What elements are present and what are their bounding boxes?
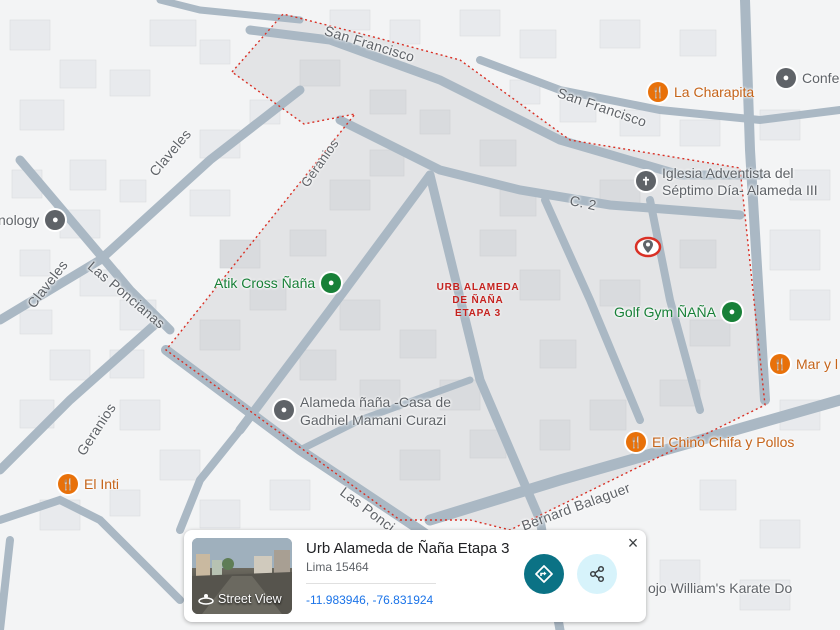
selected-place-marker[interactable]: [634, 236, 662, 258]
street-view-thumbnail[interactable]: Street View: [192, 538, 292, 614]
place-subtitle: Lima 15464: [306, 560, 369, 574]
area-label-line: URB ALAMEDA: [436, 282, 520, 293]
poi-label: ojo William's Karate Do: [648, 580, 793, 596]
share-button[interactable]: [577, 554, 617, 594]
restaurant-icon: 🍴: [58, 474, 78, 494]
poi-mar-y[interactable]: 🍴 Mar y l: [770, 354, 838, 374]
poi-label: Alameda ñaña -Casa de Gadhiel Mamani Cur…: [300, 393, 451, 429]
poi-label: El Chino Chifa y Pollos: [652, 434, 795, 450]
directions-button[interactable]: [524, 554, 564, 594]
poi-label: El Inti: [84, 476, 120, 492]
marker-pin-icon: [634, 236, 662, 258]
poi-el-inti[interactable]: 🍴 El Inti: [58, 474, 119, 494]
directions-icon: [535, 565, 553, 583]
poi-label-line: Gadhiel Mamani Curazi: [300, 412, 447, 428]
area-label-line: DE ÑAÑA: [452, 295, 504, 306]
place-title: Urb Alameda de Ñaña Etapa 3: [306, 540, 510, 557]
divider: [306, 583, 436, 584]
area-label: URB ALAMEDA DE ÑAÑA ETAPA 3: [428, 281, 528, 320]
poi-la-charapita[interactable]: 🍴 La Charapita: [648, 82, 754, 102]
place-icon: ●: [776, 68, 796, 88]
restaurant-icon: 🍴: [648, 82, 668, 102]
area-label-line: ETAPA 3: [455, 308, 501, 319]
street-view-label: Street View: [198, 592, 282, 606]
poi-karate[interactable]: ojo William's Karate Do: [648, 580, 792, 596]
gym-icon: ●: [721, 302, 742, 322]
gym-icon: ●: [321, 273, 342, 293]
poi-iglesia-adventista[interactable]: ✝ Iglesia Adventista del Séptimo Día- Al…: [636, 165, 818, 199]
poi-label: Confe: [802, 70, 840, 86]
poi-label: Golf Gym ÑAÑA: [614, 304, 716, 320]
poi-el-chino[interactable]: 🍴 El Chino Chifa y Pollos: [626, 432, 794, 452]
place-icon: ●: [274, 400, 294, 420]
street-view-text: Street View: [218, 592, 282, 606]
poi-label: Atik Cross Ñaña: [214, 275, 316, 291]
poi-label-line: Séptimo Día- Alameda III: [662, 182, 818, 198]
poi-label-line: Iglesia Adventista del: [662, 165, 794, 181]
poi-confe[interactable]: ● Confe: [776, 68, 839, 88]
poi-nology[interactable]: nology ●: [0, 210, 66, 230]
place-card: Street View Urb Alameda de Ñaña Etapa 3 …: [184, 530, 646, 622]
poi-label: nology: [0, 212, 40, 228]
poi-label-line: Alameda ñaña -Casa de: [300, 394, 451, 410]
place-icon: ●: [45, 210, 66, 230]
poi-label: Mar y l: [796, 356, 838, 372]
street-view-icon: [198, 594, 214, 605]
poi-alameda-casa[interactable]: ● Alameda ñaña -Casa de Gadhiel Mamani C…: [274, 393, 451, 429]
restaurant-icon: 🍴: [770, 354, 790, 374]
close-icon[interactable]: ×: [624, 533, 642, 553]
restaurant-icon: 🍴: [626, 432, 646, 452]
poi-label: La Charapita: [674, 84, 755, 100]
poi-label: Iglesia Adventista del Séptimo Día- Alam…: [662, 165, 818, 199]
poi-atik-cross[interactable]: Atik Cross Ñaña ●: [214, 273, 342, 293]
place-coordinates[interactable]: -11.983946, -76.831924: [306, 593, 433, 607]
poi-golf-gym[interactable]: Golf Gym ÑAÑA ●: [614, 302, 742, 322]
church-icon: ✝: [636, 171, 656, 191]
share-icon: [589, 565, 605, 583]
